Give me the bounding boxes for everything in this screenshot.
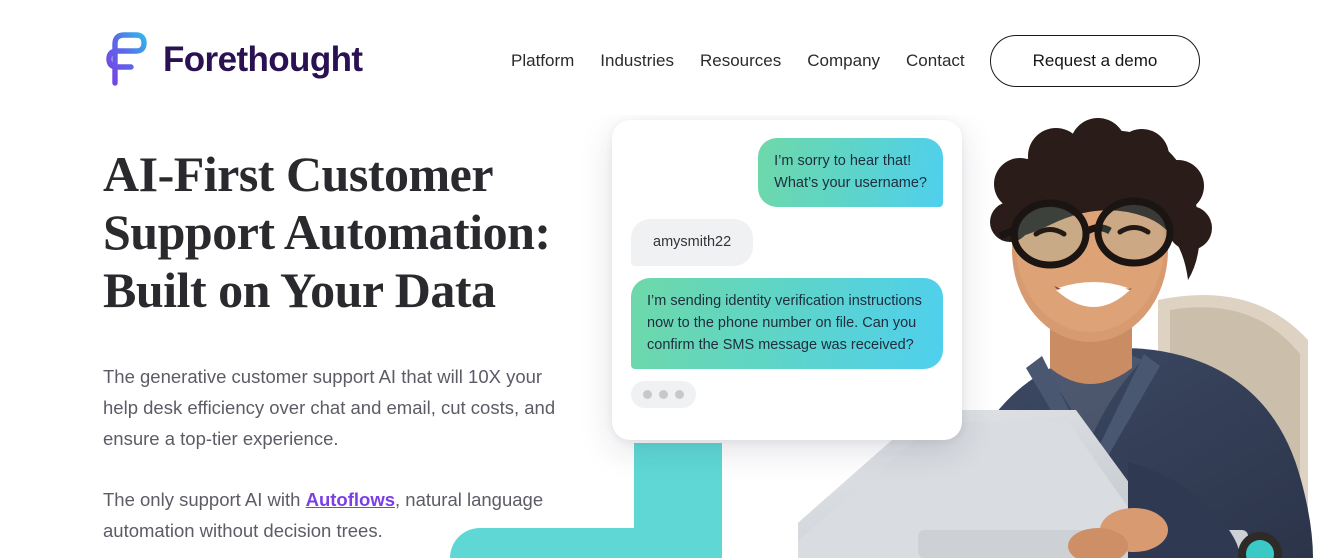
chat-typing-row bbox=[631, 381, 943, 408]
nav-item-contact[interactable]: Contact bbox=[893, 44, 978, 78]
site-header: Forethought Platform Industries Resource… bbox=[0, 0, 1333, 115]
user-message-bubble: amysmith22 bbox=[631, 219, 754, 266]
bot-message-bubble: I’m sorry to hear that! What’s your user… bbox=[758, 138, 943, 207]
autoflows-link[interactable]: Autoflows bbox=[306, 489, 395, 510]
request-demo-button[interactable]: Request a demo bbox=[990, 35, 1200, 87]
hero-paragraph-2: The only support AI with Autoflows, natu… bbox=[103, 484, 558, 546]
typing-dot-icon bbox=[659, 390, 668, 399]
typing-dot-icon bbox=[675, 390, 684, 399]
nav-item-platform[interactable]: Platform bbox=[498, 44, 587, 78]
bot-message-line-2: What’s your username? bbox=[774, 175, 927, 191]
typing-indicator bbox=[631, 381, 696, 408]
chat-message-row: I’m sorry to hear that! What’s your user… bbox=[631, 138, 943, 207]
hero-section: AI-First Customer Support Automation: Bu… bbox=[103, 145, 623, 546]
typing-dot-icon bbox=[643, 390, 652, 399]
bot-message-line-1: I’m sorry to hear that! bbox=[774, 153, 912, 169]
hero-paragraph-1: The generative customer support AI that … bbox=[103, 366, 556, 449]
chat-message-row: amysmith22 bbox=[631, 219, 943, 266]
headline-line-3: Built on Your Data bbox=[103, 262, 496, 318]
hero-paragraph-2-before: The only support AI with bbox=[103, 489, 306, 510]
chat-widget-card: I’m sorry to hear that! What’s your user… bbox=[612, 120, 962, 440]
headline-line-1: AI-First Customer bbox=[103, 146, 494, 202]
nav-item-industries[interactable]: Industries bbox=[587, 44, 687, 78]
brand-logo-link[interactable]: Forethought bbox=[103, 30, 363, 88]
hero-page: Forethought Platform Industries Resource… bbox=[0, 0, 1333, 558]
headline-line-2: Support Automation: bbox=[103, 204, 551, 260]
page-title: AI-First Customer Support Automation: Bu… bbox=[103, 145, 623, 319]
bot-message-bubble: I’m sending identity verification instru… bbox=[631, 278, 943, 369]
brand-name: Forethought bbox=[163, 39, 363, 79]
hero-description: The generative customer support AI that … bbox=[103, 361, 623, 546]
nav-item-company[interactable]: Company bbox=[794, 44, 893, 78]
primary-nav: Platform Industries Resources Company Co… bbox=[498, 44, 978, 78]
forethought-f-logo-icon bbox=[103, 30, 149, 88]
nav-item-resources[interactable]: Resources bbox=[687, 44, 794, 78]
chat-message-row: I’m sending identity verification instru… bbox=[631, 278, 943, 369]
